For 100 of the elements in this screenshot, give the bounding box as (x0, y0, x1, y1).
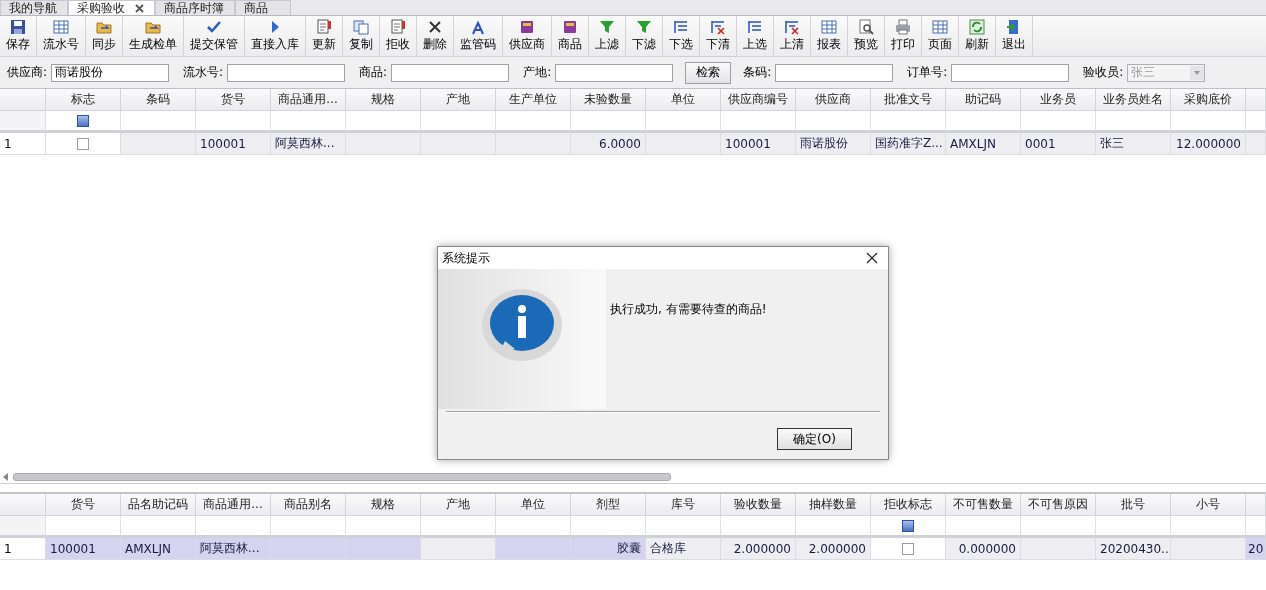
toolbar-button[interactable]: 流水号 (37, 16, 86, 56)
toolbar-button[interactable]: 商品 (552, 16, 589, 56)
input-field[interactable] (227, 63, 346, 82)
toolbar-button[interactable]: 供应商 (503, 16, 552, 56)
toolbar-button[interactable]: 同步 (86, 16, 123, 56)
toolbar-button[interactable]: 预览 (848, 16, 885, 56)
column-header[interactable]: 生产单位 (496, 89, 571, 111)
toolbar-button[interactable]: 删除 (417, 16, 454, 56)
filter-cell[interactable] (46, 111, 121, 133)
column-header[interactable]: 验收数量 (721, 494, 796, 516)
filter-cell[interactable] (571, 516, 646, 538)
column-header[interactable]: 剂型 (571, 494, 646, 516)
filter-cell[interactable] (946, 516, 1021, 538)
filter-cell[interactable] (646, 111, 721, 133)
filter-cell[interactable] (346, 111, 421, 133)
column-header[interactable]: 业务员 (1021, 89, 1096, 111)
column-header[interactable]: 条码 (121, 89, 196, 111)
column-header[interactable]: 标志 (46, 89, 121, 111)
column-header[interactable]: 商品通用... (271, 89, 346, 111)
close-button[interactable] (866, 252, 878, 264)
toolbar-button[interactable]: 下清 (700, 16, 737, 56)
toolbar-button[interactable]: 下选 (663, 16, 700, 56)
filter-cell[interactable] (121, 111, 196, 133)
toolbar-button[interactable]: 拒收 (380, 16, 417, 56)
column-header[interactable]: 助记码 (946, 89, 1021, 111)
column-header[interactable]: 单位 (496, 494, 571, 516)
filter-cell[interactable] (271, 111, 346, 133)
filter-cell[interactable] (871, 111, 946, 133)
filter-cell[interactable] (196, 111, 271, 133)
column-header[interactable]: 批号 (1096, 494, 1171, 516)
column-header[interactable] (1246, 89, 1266, 111)
filter-cell[interactable] (496, 516, 571, 538)
filter-cell[interactable] (721, 111, 796, 133)
checkbox[interactable] (902, 542, 914, 555)
tab[interactable]: 商品序时簿 (155, 0, 235, 15)
filter-cell[interactable] (1096, 111, 1171, 133)
filter-cell[interactable] (271, 516, 346, 538)
column-header[interactable]: 业务员姓名 (1096, 89, 1171, 111)
tab[interactable]: 采购验收 (68, 0, 155, 15)
column-header[interactable]: 货号 (196, 89, 271, 111)
column-header[interactable]: 抽样数量 (796, 494, 871, 516)
filter-cell[interactable] (796, 111, 871, 133)
filter-checkbox-icon[interactable] (77, 114, 89, 127)
toolbar-button[interactable]: 上选 (737, 16, 774, 56)
toolbar-button[interactable]: 保存 (0, 16, 37, 56)
filter-cell[interactable] (1246, 516, 1266, 538)
toolbar-button[interactable]: 直接入库 (245, 16, 306, 56)
toolbar-button[interactable]: 复制 (343, 16, 380, 56)
filter-cell[interactable] (646, 516, 721, 538)
filter-cell[interactable] (721, 516, 796, 538)
tab[interactable]: 商品 (235, 0, 291, 15)
column-header[interactable]: 库号 (646, 494, 721, 516)
column-header[interactable]: 不可售原因 (1021, 494, 1096, 516)
filter-cell[interactable] (1246, 111, 1266, 133)
toolbar-button[interactable]: 刷新 (959, 16, 996, 56)
column-header[interactable]: 规格 (346, 494, 421, 516)
toolbar-button[interactable]: 更新 (306, 16, 343, 56)
filter-cell[interactable] (1096, 516, 1171, 538)
toolbar-button[interactable]: 生成检单 (123, 16, 184, 56)
column-header[interactable]: 单位 (646, 89, 721, 111)
filter-cell[interactable] (421, 516, 496, 538)
checkbox[interactable] (77, 137, 89, 150)
filter-cell[interactable] (1021, 516, 1096, 538)
column-header[interactable]: 供应商 (796, 89, 871, 111)
filter-cell[interactable] (1171, 516, 1246, 538)
filter-cell[interactable] (46, 516, 121, 538)
tab[interactable]: 我的导航 (0, 0, 68, 15)
toolbar-button[interactable]: 页面 (922, 16, 959, 56)
column-header[interactable]: 供应商编号 (721, 89, 796, 111)
close-icon[interactable] (135, 3, 144, 13)
toolbar-button[interactable]: 上清 (774, 16, 811, 56)
input-field[interactable] (775, 63, 894, 82)
input-field[interactable] (555, 63, 674, 82)
input-field[interactable] (391, 63, 510, 82)
scroll-left-icon[interactable] (3, 473, 9, 481)
scrollbar-thumb[interactable] (13, 473, 671, 481)
column-header[interactable]: 采购底价 (1171, 89, 1246, 111)
column-header[interactable]: 批准文号 (871, 89, 946, 111)
column-header[interactable]: 不可售数量 (946, 494, 1021, 516)
toolbar-button[interactable]: 退出 (996, 16, 1033, 56)
ok-button[interactable]: 确定(O) (777, 428, 852, 450)
toolbar-button[interactable]: 提交保管 (184, 16, 245, 56)
filter-cell[interactable] (121, 516, 196, 538)
column-header[interactable]: 品名助记码 (121, 494, 196, 516)
column-header[interactable]: 未验数量 (571, 89, 646, 111)
search-button[interactable]: 检索 (685, 61, 732, 84)
input-field[interactable] (951, 63, 1070, 82)
column-header[interactable]: 产地 (421, 89, 496, 111)
filter-cell[interactable] (871, 516, 946, 538)
column-header[interactable]: 规格 (346, 89, 421, 111)
filter-cell[interactable] (346, 516, 421, 538)
filter-cell[interactable] (1171, 111, 1246, 133)
column-header[interactable]: 商品别名 (271, 494, 346, 516)
column-header[interactable]: 产地 (421, 494, 496, 516)
filter-cell[interactable] (496, 111, 571, 133)
toolbar-button[interactable]: 监管码 (454, 16, 503, 56)
filter-cell[interactable] (1021, 111, 1096, 133)
filter-cell[interactable] (946, 111, 1021, 133)
column-header[interactable]: 拒收标志 (871, 494, 946, 516)
input-field[interactable]: 雨诺股份 (51, 63, 170, 82)
